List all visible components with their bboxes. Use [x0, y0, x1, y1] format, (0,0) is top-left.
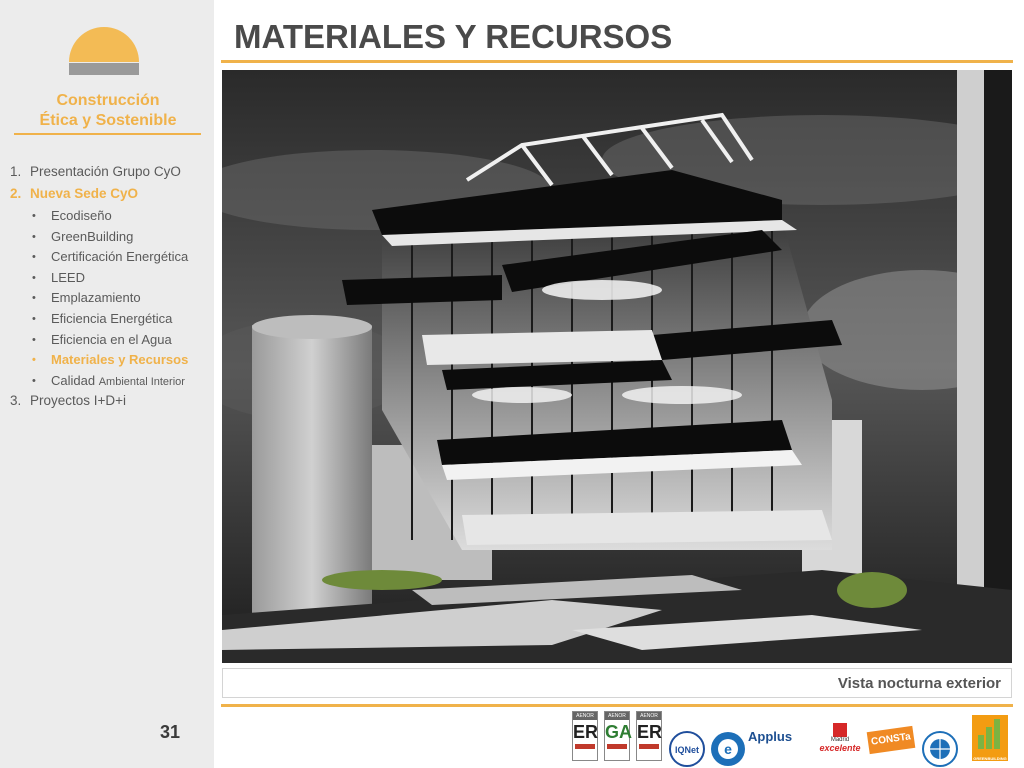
nav-sublabel: LEED: [51, 269, 85, 285]
nav-sublabel-part2: Ambiental Interior: [98, 375, 185, 388]
nav-subitem-leed[interactable]: • LEED: [0, 268, 214, 289]
bullet-icon: •: [32, 292, 36, 305]
nav-subitem-greenbuilding[interactable]: • GreenBuilding: [0, 227, 214, 248]
nav-label: Nueva Sede CyO: [30, 186, 139, 201]
iqnet-logo-icon: IQNet: [669, 731, 705, 767]
brand-line-1: Construcción: [56, 92, 160, 109]
nav-number: 3.: [10, 393, 22, 409]
greenbuilding-text: GREENBUILDING: [973, 756, 1007, 761]
aenor-label: AENOR: [637, 712, 661, 720]
nav-subitem-certificacion[interactable]: • Certificación Energética: [0, 247, 214, 268]
global-compact-logo-icon: [922, 731, 958, 767]
night-building-illustration: [222, 70, 1012, 663]
svg-text:e: e: [724, 741, 732, 757]
aenor-ga-logo: AENOR GA: [604, 711, 632, 761]
iqnet-text: IQNet: [675, 745, 699, 755]
bullet-icon: •: [32, 271, 36, 284]
caption-box: Vista nocturna exterior: [222, 668, 1012, 698]
nav-subitem-eficiencia-energetica[interactable]: • Eficiencia Energética: [0, 309, 214, 330]
aenor-mark: ER: [573, 722, 599, 742]
nav-item-presentacion[interactable]: 1. Presentación Grupo CyO: [0, 162, 214, 184]
nav-subitem-ecodiseno[interactable]: • Ecodiseño: [0, 206, 214, 227]
aenor-label: AENOR: [605, 712, 629, 720]
sun-logo-icon: [69, 27, 139, 75]
footer-divider: [221, 704, 1013, 707]
image-caption: Vista nocturna exterior: [837, 675, 1001, 692]
brand-title: Construcción Ética y Sostenible: [10, 91, 206, 131]
brand-divider: [14, 133, 201, 135]
bullet-icon: •: [32, 333, 36, 346]
building-render-image: [222, 70, 1012, 663]
nav-label: Presentación Grupo CyO: [30, 164, 181, 179]
brand-line-2: Ética y Sostenible: [39, 112, 177, 129]
aenor-bar: [607, 744, 627, 749]
const-logo: CONSTa: [866, 725, 916, 755]
nav-sublabel: Ecodiseño: [51, 208, 112, 223]
greenbuilding-icon: [978, 719, 1000, 749]
nav-subitem-calidad[interactable]: • Calidad Ambiental Interior: [0, 371, 214, 392]
nav-item-proyectos[interactable]: 3. Proyectos I+D+i: [0, 391, 214, 413]
bullet-icon: •: [32, 374, 36, 387]
nav-number: 1.: [10, 164, 22, 179]
nav-sublabel: Emplazamiento: [51, 290, 141, 306]
aenor-bar: [639, 744, 659, 749]
aenor-mark: ER: [637, 722, 663, 742]
bullet-icon: •: [32, 312, 36, 325]
bullet-icon: •: [32, 251, 36, 264]
nav-sublabel: GreenBuilding: [51, 228, 134, 244]
nav-label: Proyectos I+D+i: [30, 393, 127, 409]
sidebar: Construcción Ética y Sostenible 1. Prese…: [0, 0, 214, 768]
nav-sublabel: Certificación Energética: [51, 249, 189, 265]
bullet-icon: •: [32, 230, 36, 243]
nav-sublabel: Eficiencia en el Agua: [51, 331, 172, 347]
aenor-label: AENOR: [573, 712, 597, 720]
nav-subitem-materiales[interactable]: • Materiales y Recursos: [0, 350, 214, 371]
aenor-mark: GA: [605, 722, 632, 742]
nav-number: 2.: [10, 186, 22, 201]
nav-item-nueva-sede[interactable]: 2. Nueva Sede CyO: [0, 184, 214, 206]
nav-subitem-emplazamiento[interactable]: • Emplazamiento: [0, 288, 214, 309]
nav-sublabel: Materiales y Recursos: [51, 352, 189, 368]
page-number: 31: [159, 722, 181, 742]
nav-sublabel-part1: Calidad: [51, 372, 96, 388]
madrid-excelente-logo: Madrid excelente: [816, 723, 864, 768]
title-divider: [221, 60, 1013, 63]
bullet-icon: •: [32, 210, 36, 222]
madrid-bottom-text: excelente: [819, 743, 861, 753]
aenor-er2-logo: AENOR ER: [636, 711, 662, 761]
certification-logos: AENOR ER AENOR GA AENOR ER IQNet e Applu…: [570, 711, 1014, 767]
e-circle-logo-icon: e: [711, 732, 745, 766]
nav-sublabel: Eficiencia Energética: [51, 310, 173, 326]
page-title: MATERIALES Y RECURSOS: [234, 18, 673, 55]
madrid-square-icon: [833, 723, 847, 737]
bullet-icon: •: [32, 354, 36, 367]
greenbuilding-logo: GREENBUILDING: [972, 715, 1008, 761]
section-nav: 1. Presentación Grupo CyO 2. Nueva Sede …: [0, 162, 214, 413]
aenor-er-logo: AENOR ER: [572, 711, 598, 761]
aenor-bar: [575, 744, 595, 749]
nav-subitem-eficiencia-agua[interactable]: • Eficiencia en el Agua: [0, 330, 214, 351]
applus-logo: Applus: [748, 729, 793, 744]
